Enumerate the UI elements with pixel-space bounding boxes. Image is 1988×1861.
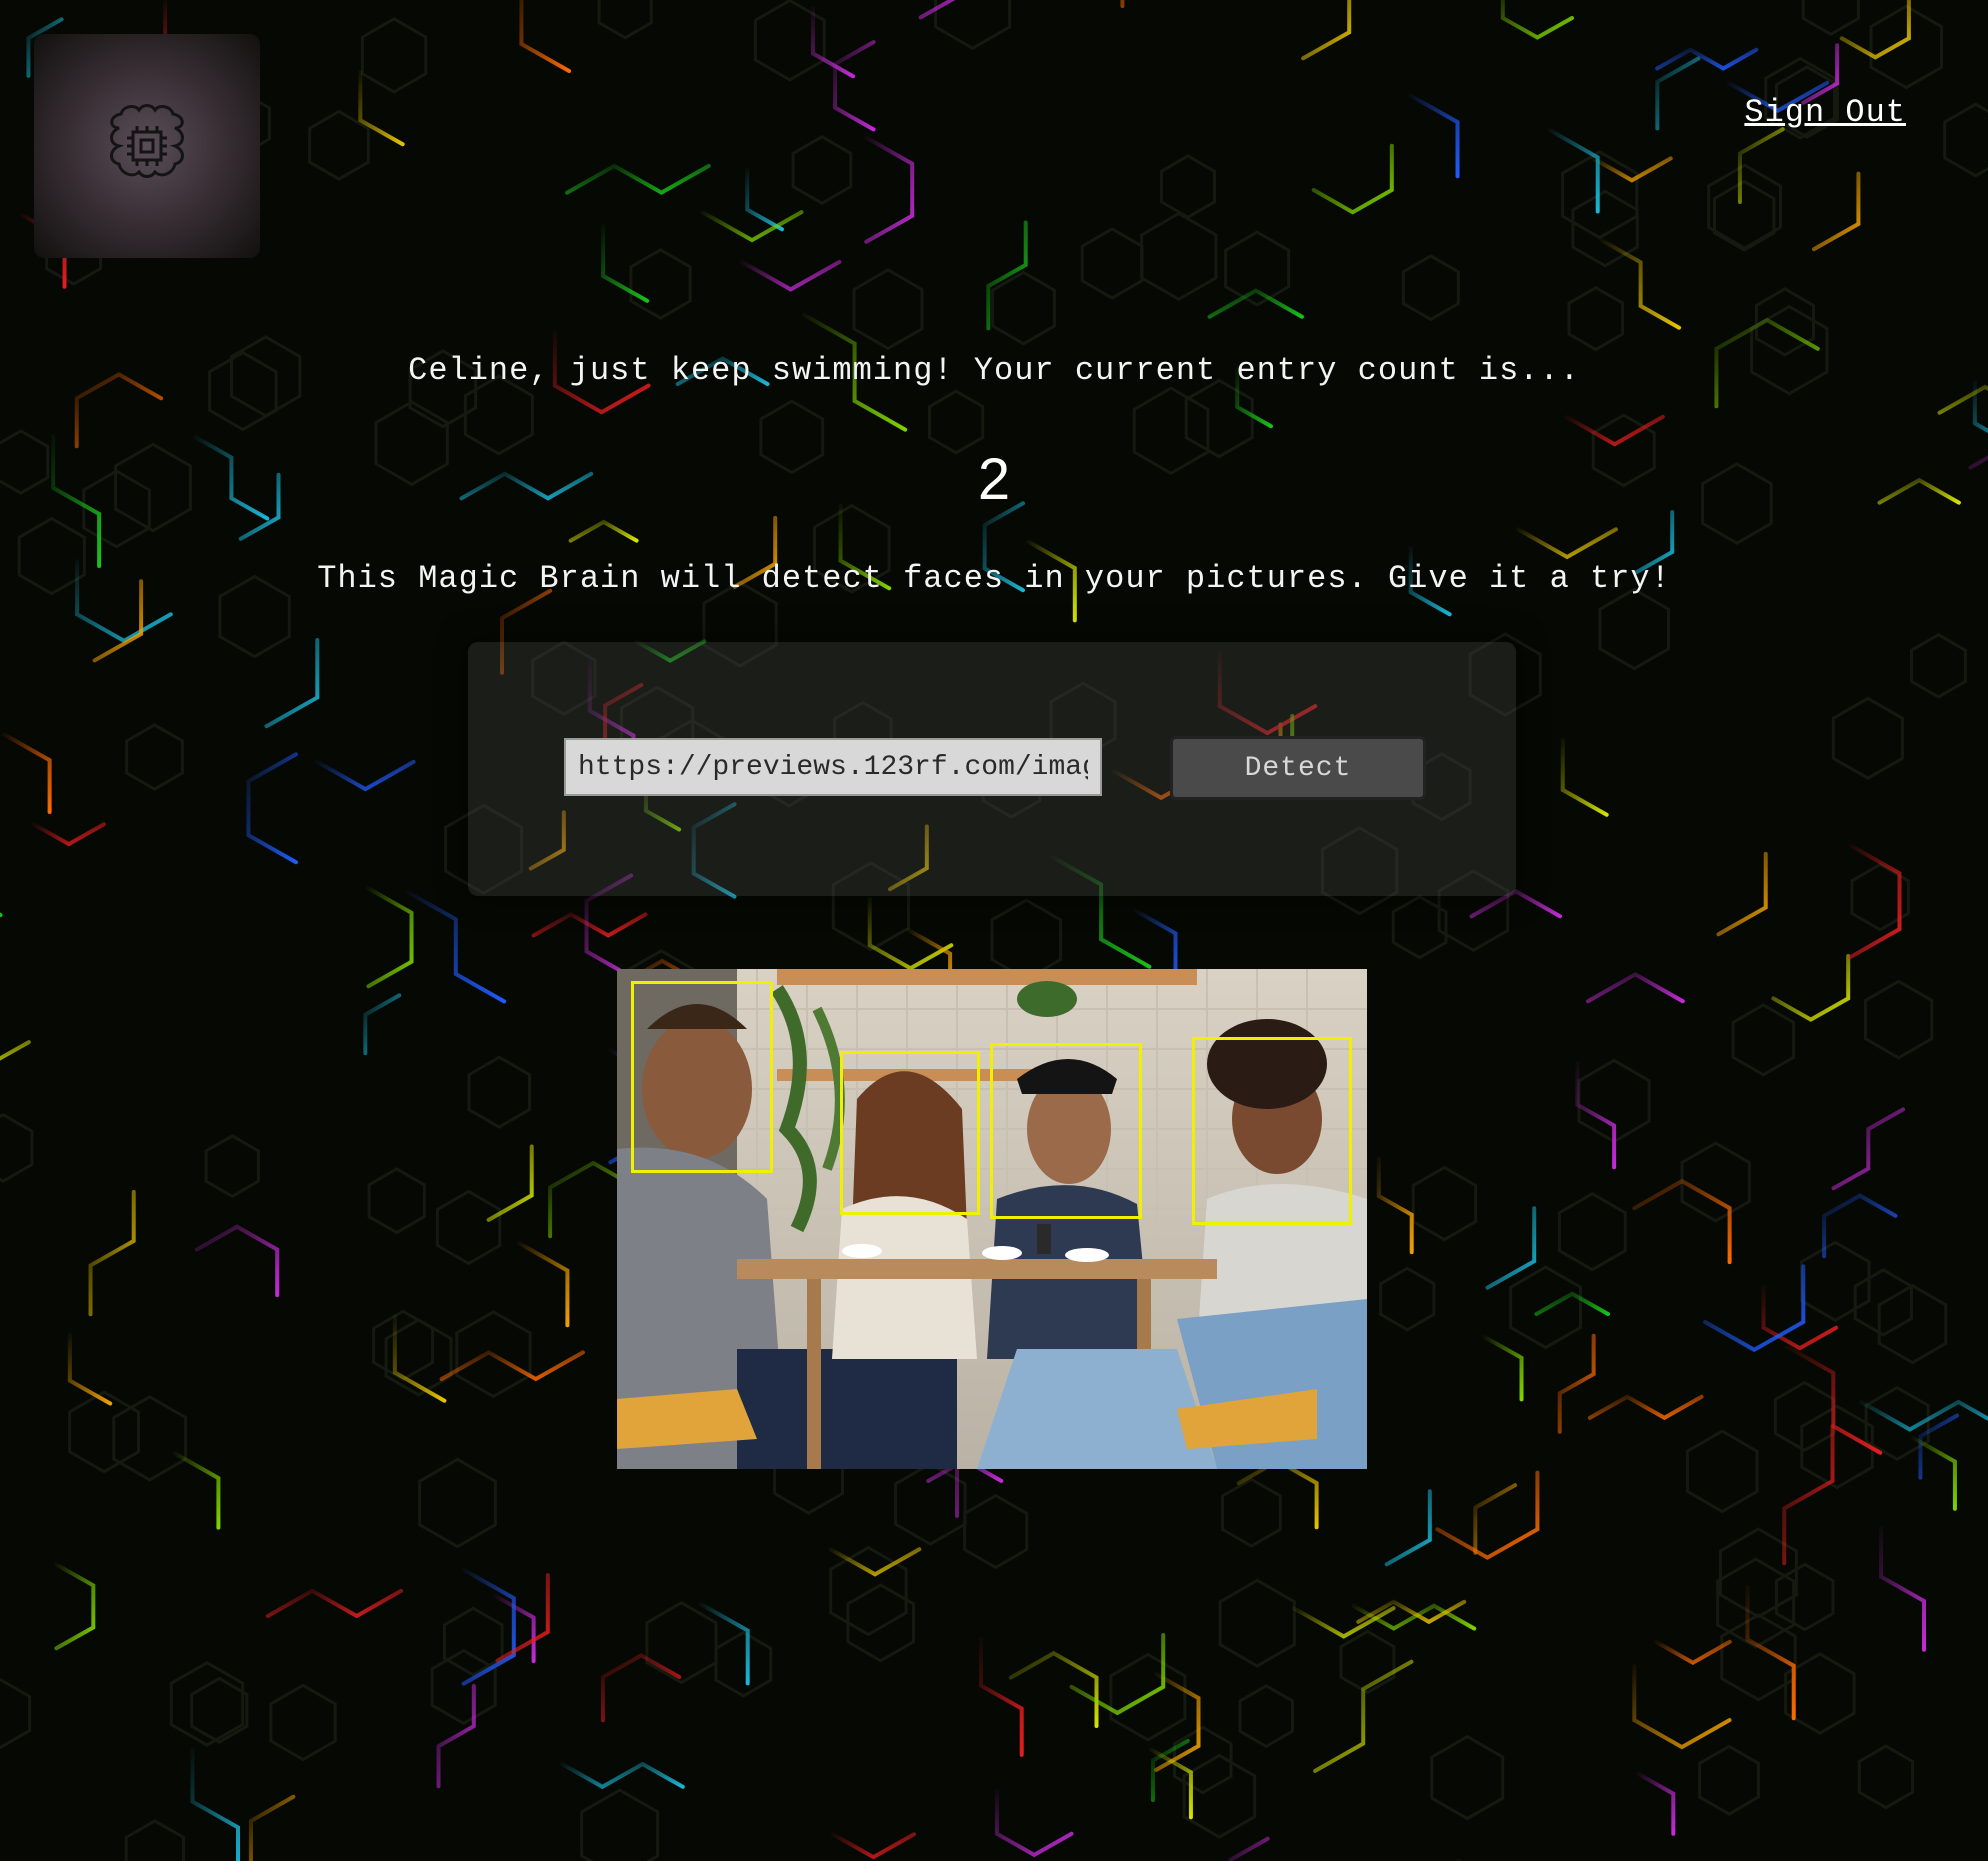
face-box bbox=[1192, 1037, 1352, 1225]
tagline-text: This Magic Brain will detect faces in yo… bbox=[317, 560, 1671, 597]
face-box bbox=[840, 1051, 980, 1215]
result-image bbox=[617, 969, 1367, 1469]
entry-count: 2 bbox=[977, 447, 1011, 512]
brain-chip-icon bbox=[110, 104, 184, 178]
detect-button[interactable]: Detect bbox=[1170, 736, 1426, 800]
image-url-form: Detect bbox=[468, 642, 1516, 896]
sign-out-link[interactable]: Sign Out bbox=[1744, 94, 1906, 131]
face-box bbox=[631, 981, 773, 1173]
hexagon-background bbox=[0, 0, 1988, 1861]
greeting-text: Celine, just keep swimming! Your current… bbox=[408, 352, 1580, 389]
logo[interactable] bbox=[34, 34, 260, 258]
face-box bbox=[990, 1043, 1142, 1219]
image-url-input[interactable] bbox=[564, 738, 1102, 796]
